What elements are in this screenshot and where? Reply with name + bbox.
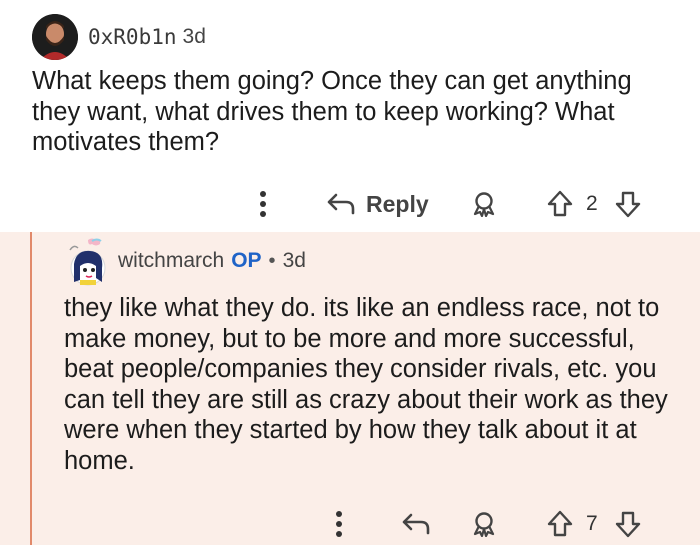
vote-count: 2 [586, 192, 598, 215]
more-icon[interactable] [332, 508, 346, 540]
upvote-icon[interactable] [546, 190, 574, 218]
reply-icon[interactable] [400, 510, 432, 538]
reply-label: Reply [366, 190, 429, 217]
reply-body: they like what they do. its like an endl… [64, 294, 668, 475]
comment-body: What keeps them going? Once they can get… [32, 67, 632, 156]
timestamp: 3d [182, 25, 206, 48]
avatar[interactable] [32, 14, 78, 60]
comment-header: 0xR0b1n 3d [32, 14, 206, 60]
upvote-icon[interactable] [546, 510, 574, 538]
downvote-icon[interactable] [614, 510, 642, 538]
reply-icon [327, 193, 355, 215]
thread-line[interactable] [30, 232, 32, 545]
username[interactable]: 0xR0b1n [88, 25, 177, 49]
award-icon[interactable] [470, 190, 498, 218]
timestamp: 3d [282, 249, 306, 272]
downvote-icon[interactable] [614, 190, 642, 218]
comment-actions: Reply 2 [0, 186, 700, 222]
reply-actions: 7 [0, 506, 700, 542]
avatar[interactable] [66, 238, 112, 286]
vote-count: 7 [586, 512, 598, 535]
op-badge: OP [231, 249, 262, 272]
username[interactable]: witchmarch [118, 249, 224, 273]
award-icon[interactable] [470, 510, 498, 538]
more-icon[interactable] [256, 188, 270, 220]
reply-button[interactable]: Reply [326, 186, 429, 222]
reply-header: witchmarch OP • 3d [66, 238, 306, 286]
separator: • [268, 249, 276, 272]
